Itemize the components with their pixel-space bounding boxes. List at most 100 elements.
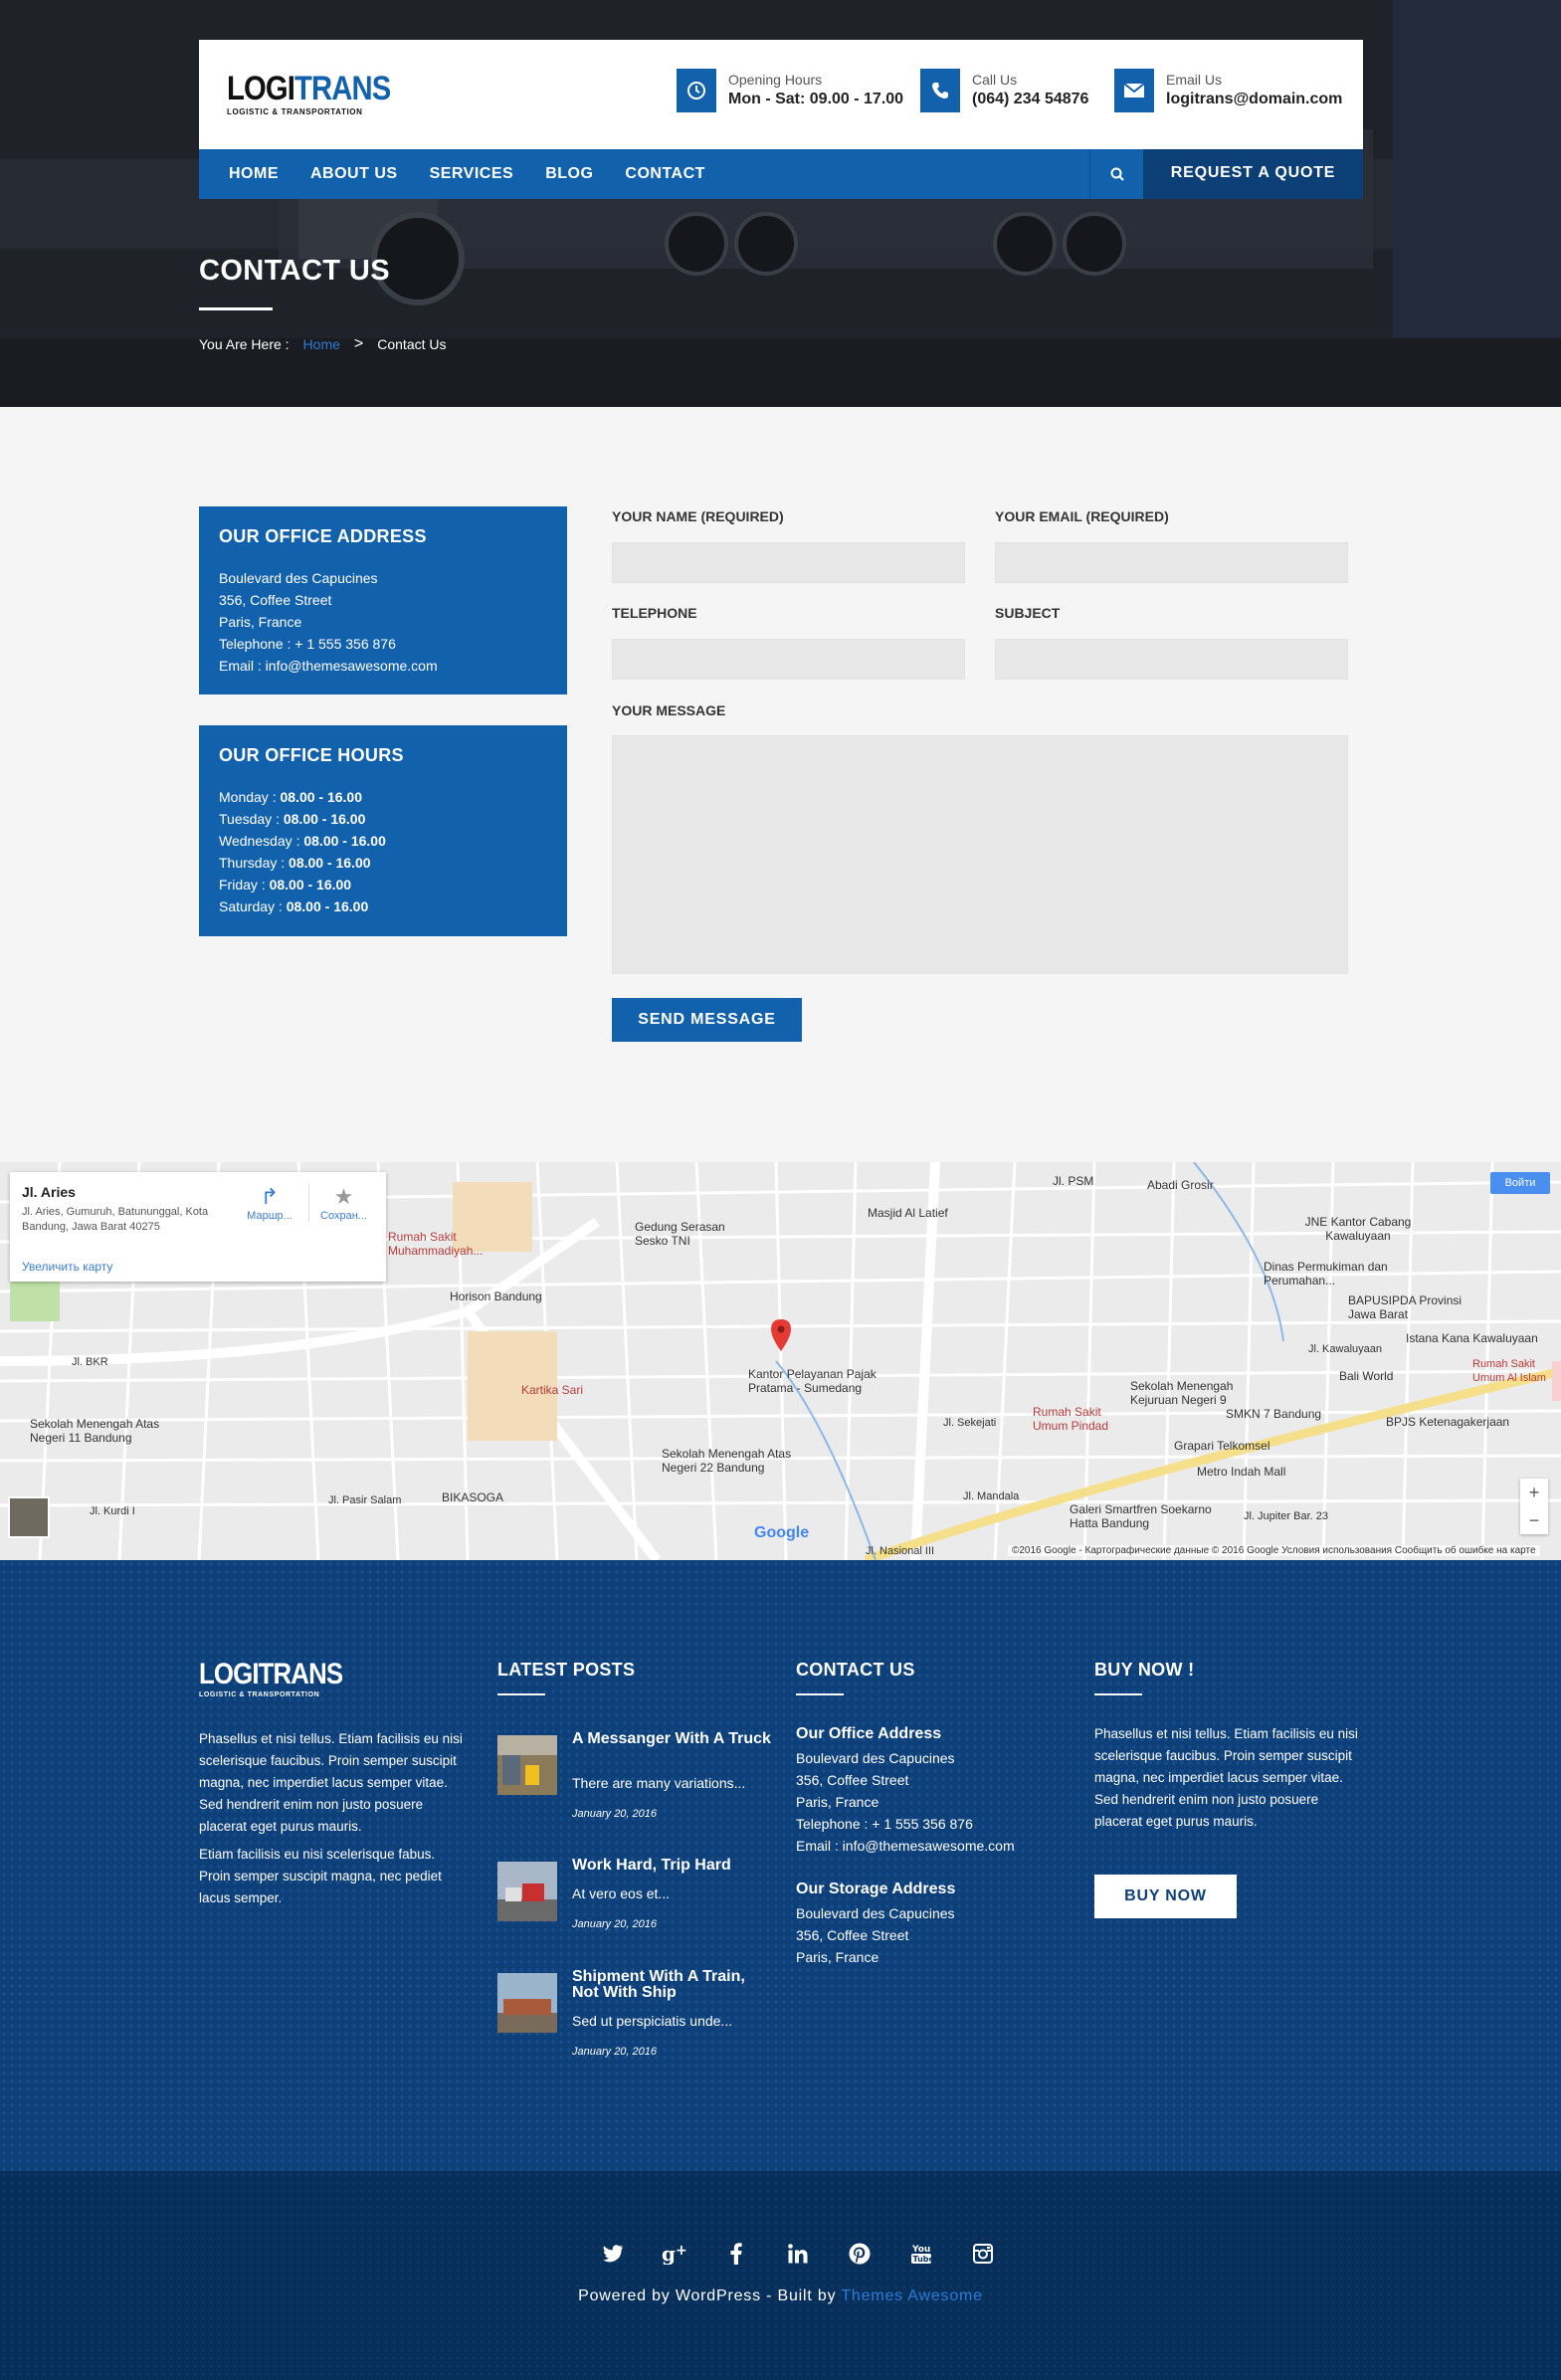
top-info-bar: LOGITRANS LOGISTIC & TRANSPORTATION Open…: [199, 40, 1363, 149]
breadcrumb-prefix: You Are Here :: [199, 336, 290, 352]
map-label: BAPUSIPDA Provinsi Jawa Barat: [1348, 1293, 1463, 1321]
map-label: Gedung Serasan Sesko TNI: [635, 1220, 725, 1248]
social-links: g+ YouTube: [582, 2239, 1014, 2269]
subject-input[interactable]: [995, 639, 1348, 680]
nav-contact[interactable]: CONTACT: [609, 149, 721, 199]
pinterest-icon[interactable]: [829, 2239, 890, 2269]
map-place-title: Jl. Aries: [22, 1184, 76, 1200]
latest-posts-title: LATEST POSTS: [497, 1660, 636, 1680]
directions-button[interactable]: ↱ Маршр...: [235, 1184, 304, 1222]
youtube-icon[interactable]: YouTube: [890, 2239, 952, 2269]
zoom-out-button[interactable]: −: [1520, 1506, 1548, 1534]
bottom-bar: g+ YouTube Powered by WordPress - Built …: [0, 2171, 1561, 2380]
map-label: Jl. Mandala: [963, 1490, 1020, 1502]
google-plus-icon[interactable]: g +: [644, 2239, 705, 2269]
office-address-line: Paris, France: [219, 614, 302, 630]
phone-icon: [920, 69, 960, 112]
footer-logo[interactable]: LOGITRANS LOGISTIC & TRANSPORTATION: [199, 1658, 468, 1699]
telephone-field-label: TELEPHONE: [612, 605, 697, 621]
office-address-line: Boulevard des Capucines: [219, 570, 378, 586]
linkedin-icon[interactable]: [767, 2239, 829, 2269]
search-icon[interactable]: [1089, 149, 1143, 199]
site-logo[interactable]: LOGITRANS LOGISTIC & TRANSPORTATION: [227, 72, 417, 116]
map-label: Rumah Sakit Umum Pindad: [1033, 1405, 1109, 1433]
hours-row: Wednesday : 08.00 - 16.00: [219, 833, 386, 849]
breadcrumb-home-link[interactable]: Home: [303, 336, 340, 352]
send-message-button[interactable]: SEND MESSAGE: [612, 998, 802, 1042]
map-label: Rumah Sakit Muhammadiyah...: [388, 1230, 484, 1258]
map-label: Istana Kana Kawaluyaan: [1406, 1331, 1538, 1345]
post-item[interactable]: Work Hard, Trip Hard At vero eos et... J…: [497, 1858, 766, 1957]
map-label: Horison Bandung: [450, 1289, 542, 1303]
zoom-in-button[interactable]: +: [1520, 1479, 1548, 1506]
logo-word-b: TRANS: [294, 70, 391, 107]
post-excerpt: Sed ut perspiciatis unde...: [572, 2013, 733, 2029]
name-field-label: YOUR NAME (REQUIRED): [612, 508, 784, 524]
contact-section: OUR OFFICE ADDRESS Boulevard des Capucin…: [0, 407, 1561, 1162]
message-field-label: YOUR MESSAGE: [612, 702, 726, 718]
footer-about-column: LOGITRANS LOGISTIC & TRANSPORTATION Phas…: [199, 1660, 468, 1909]
save-place-button[interactable]: ★ Сохран...: [308, 1184, 378, 1222]
footer-buy-now-column: BUY NOW ! Phasellus et nisi tellus. Etia…: [1094, 1660, 1363, 1958]
post-thumbnail[interactable]: [497, 1862, 557, 1921]
title-underline: [796, 1693, 844, 1695]
footer-storage-title: Our Storage Address: [796, 1881, 956, 1897]
buy-now-button[interactable]: BUY NOW: [1094, 1875, 1237, 1918]
post-excerpt: There are many variations...: [572, 1775, 746, 1791]
map-label: Dinas Permukiman dan Perumahan...: [1264, 1260, 1388, 1288]
directions-label: Маршр...: [247, 1210, 293, 1222]
telephone-input[interactable]: [612, 639, 965, 680]
map-label: Masjid Al Latief: [868, 1206, 948, 1220]
nav-services[interactable]: SERVICES: [414, 149, 530, 199]
nav-about-us[interactable]: ABOUT US: [294, 149, 414, 199]
message-textarea[interactable]: [612, 735, 1348, 974]
world-map-pattern: [0, 2171, 1561, 2380]
request-quote-button[interactable]: REQUEST A QUOTE: [1143, 149, 1363, 199]
email-us-value[interactable]: logitrans@domain.com: [1166, 89, 1342, 110]
save-place-label: Сохран...: [320, 1210, 367, 1222]
footer-logo-tagline: LOGISTIC & TRANSPORTATION: [199, 1691, 320, 1698]
map-label: Abadi Grosir: [1147, 1178, 1214, 1192]
post-title[interactable]: Work Hard, Trip Hard: [572, 1858, 771, 1874]
post-title[interactable]: Shipment With A Train, Not With Ship: [572, 1969, 771, 2001]
powered-by-label: Powered by WordPress - Built by: [578, 2287, 837, 2304]
page-title: CONTACT US: [199, 255, 390, 287]
twitter-icon[interactable]: [582, 2239, 644, 2269]
footer-storage-line: 356, Coffee Street: [796, 1927, 909, 1943]
buy-now-text: Phasellus et nisi tellus. Etiam facilisi…: [1094, 1726, 1358, 1829]
post-item[interactable]: Shipment With A Train, Not With Ship Sed…: [497, 1969, 766, 2069]
google-map[interactable]: Jl. PSM Abadi Grosir Gedung Serasan Sesk…: [0, 1162, 1561, 1560]
footer-office-email: Email : info@themesawesome.com: [796, 1838, 1015, 1854]
post-thumbnail[interactable]: [497, 1735, 557, 1795]
footer-storage-line: Paris, France: [796, 1949, 879, 1965]
call-us-value[interactable]: (064) 234 54876: [972, 89, 1088, 110]
themes-awesome-link[interactable]: Themes Awesome: [841, 2287, 983, 2304]
nav-home[interactable]: HOME: [199, 149, 294, 199]
email-input[interactable]: [995, 542, 1348, 583]
post-thumbnail[interactable]: [497, 1973, 557, 2033]
buy-now-title: BUY NOW !: [1094, 1660, 1195, 1680]
name-input[interactable]: [612, 542, 965, 583]
map-label: Bali World: [1339, 1369, 1394, 1383]
post-item[interactable]: A Messanger With A Truck There are many …: [497, 1731, 771, 1831]
map-signin-button[interactable]: Войти: [1490, 1172, 1550, 1194]
map-label: Jl. BKR: [72, 1356, 108, 1368]
office-address-email: Email : info@themesawesome.com: [219, 658, 438, 674]
satellite-toggle-thumbnail[interactable]: [8, 1496, 50, 1538]
footer-logo-word-a: LOGI: [199, 1658, 259, 1690]
enlarge-map-link[interactable]: Увеличить карту: [22, 1260, 112, 1274]
email-us-info: Email Us logitrans@domain.com: [1114, 68, 1342, 113]
post-excerpt: At vero eos et...: [572, 1885, 671, 1901]
facebook-icon[interactable]: [705, 2239, 767, 2269]
email-us-label: Email Us: [1166, 72, 1223, 88]
hours-row: Monday : 08.00 - 16.00: [219, 789, 362, 805]
map-label: Sekolah Menengah Atas Negeri 22 Bandung: [662, 1447, 792, 1475]
post-title[interactable]: A Messanger With A Truck: [572, 1731, 771, 1747]
map-label: BPJS Ketenagakerjaan: [1386, 1415, 1510, 1429]
footer-contact-column: CONTACT US Our Office Address Boulevard …: [796, 1660, 1065, 1968]
instagram-icon[interactable]: [952, 2239, 1014, 2269]
map-attribution: ©2016 Google - Картографические данные ©…: [1008, 1545, 1540, 1556]
title-underline: [1094, 1693, 1142, 1695]
nav-blog[interactable]: BLOG: [529, 149, 609, 199]
hours-row: Friday : 08.00 - 16.00: [219, 877, 352, 892]
